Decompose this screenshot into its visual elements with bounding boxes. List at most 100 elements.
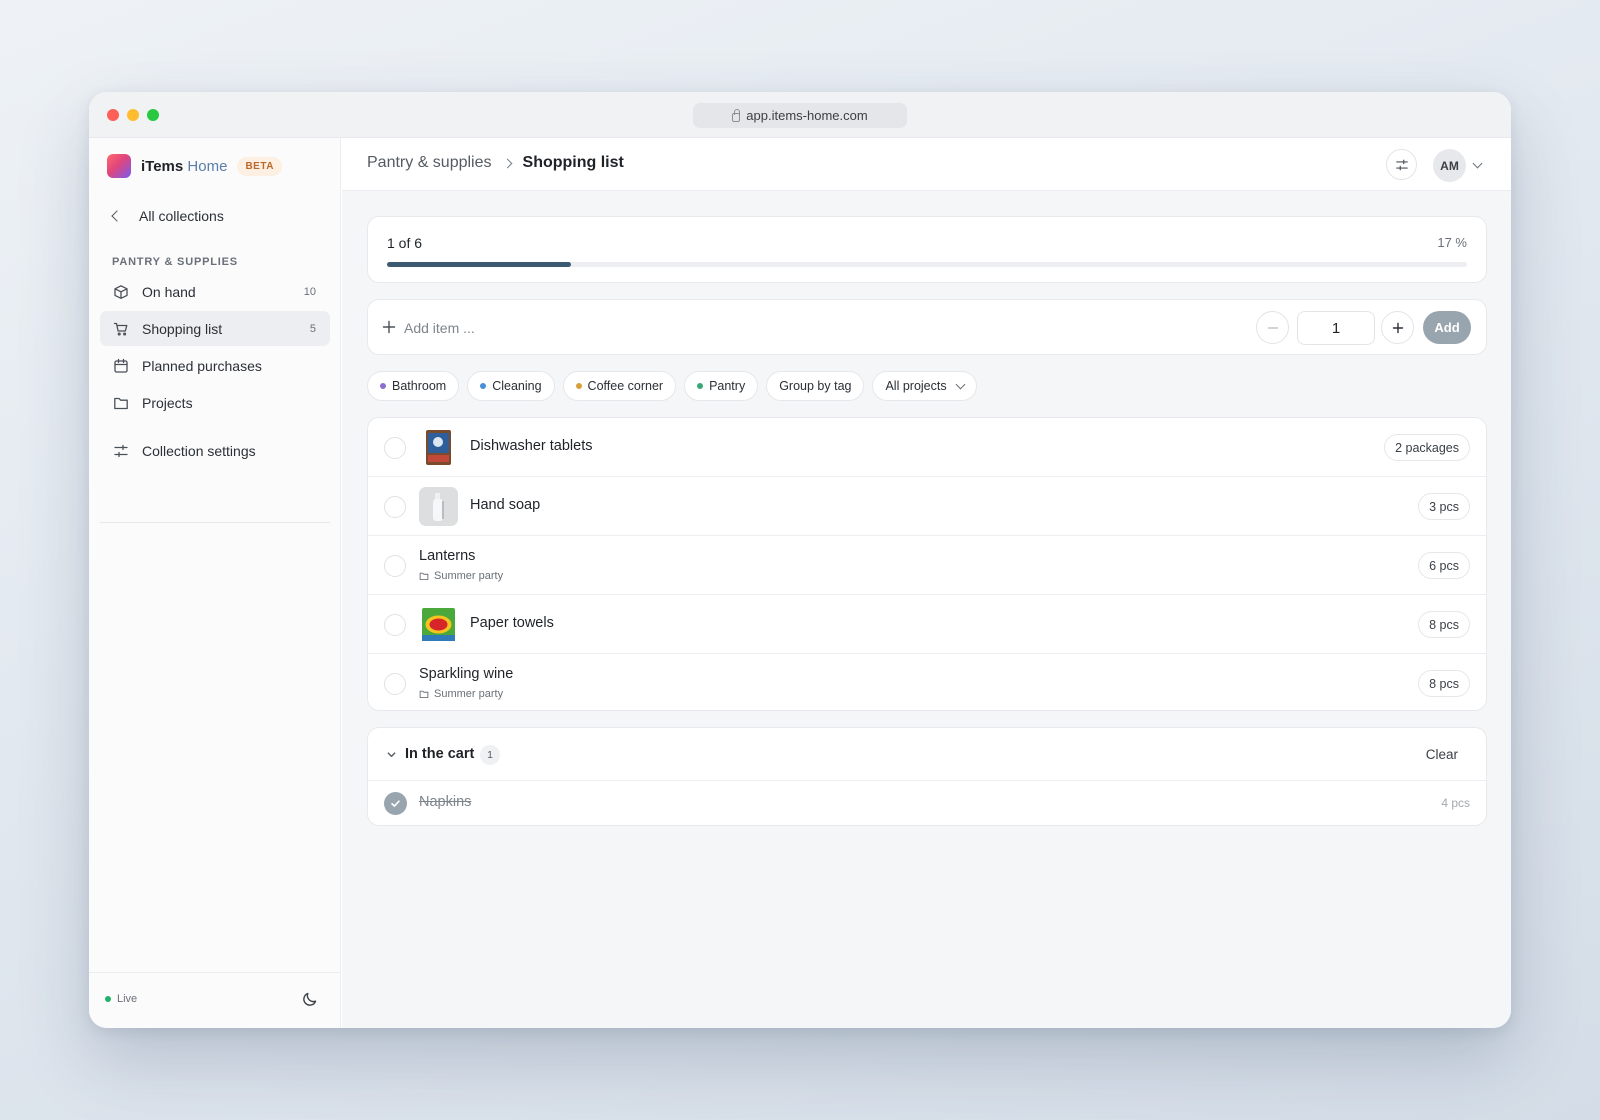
plus-icon xyxy=(1392,322,1403,333)
brand[interactable]: iTems Home BETA xyxy=(107,154,282,178)
filter-chip-bathroom[interactable]: Bathroom xyxy=(367,371,460,401)
item-checkbox[interactable] xyxy=(384,614,406,636)
add-item-input[interactable] xyxy=(404,314,904,342)
user-menu[interactable]: AM xyxy=(1433,149,1483,182)
view-options-button[interactable] xyxy=(1386,149,1417,180)
avatar: AM xyxy=(1433,149,1466,182)
sidebar-item-label: Shopping list xyxy=(142,320,223,337)
item-checkbox[interactable] xyxy=(384,496,406,518)
section-label: PANTRY & SUPPLIES xyxy=(112,256,238,268)
sidebar-item-planned-purchases[interactable]: Planned purchases xyxy=(100,348,330,383)
chip-label: Pantry xyxy=(709,379,746,393)
top-bar: Pantry & supplies Shopping list AM xyxy=(342,138,1511,191)
chevron-down-icon[interactable] xyxy=(386,747,397,765)
sliders-icon xyxy=(1395,159,1408,170)
progress-bar xyxy=(387,262,1467,267)
cart-item[interactable]: Napkins 4 pcs xyxy=(368,781,1486,826)
tag-color-dot xyxy=(380,383,386,389)
progress-fill xyxy=(387,262,571,267)
filter-chips: Bathroom Cleaning Coffee corner Pantry G… xyxy=(367,371,977,401)
address-bar[interactable]: app.items-home.com xyxy=(693,103,907,128)
close-window-button[interactable] xyxy=(107,109,119,121)
cart-title: In the cart xyxy=(405,746,475,762)
live-status: Live xyxy=(105,993,137,1005)
tag-color-dot xyxy=(575,383,582,389)
list-item[interactable]: Hand soap 3 pcs xyxy=(368,477,1486,536)
moon-icon[interactable] xyxy=(302,991,318,1012)
cart-count-badge: 1 xyxy=(480,745,500,765)
cart-icon xyxy=(113,321,129,337)
cart-item-quantity: 4 pcs xyxy=(1441,796,1470,810)
group-by-tag-button[interactable]: Group by tag xyxy=(766,371,865,401)
item-thumbnail xyxy=(419,487,458,526)
chip-label: Coffee corner xyxy=(587,379,664,393)
filter-chip-coffee-corner[interactable]: Coffee corner xyxy=(562,371,677,401)
item-project: Summer party xyxy=(419,570,503,582)
calendar-icon xyxy=(113,358,129,374)
sidebar-divider xyxy=(100,522,330,523)
all-collections-label: All collections xyxy=(139,208,224,224)
chip-label: Cleaning xyxy=(492,379,542,393)
add-button[interactable]: Add xyxy=(1423,311,1471,344)
item-quantity: 8 pcs xyxy=(1418,670,1470,697)
item-project-label: Summer party xyxy=(434,570,504,582)
quantity-decrement-button[interactable] xyxy=(1256,311,1289,344)
item-checkbox[interactable] xyxy=(384,673,406,695)
filter-chip-pantry[interactable]: Pantry xyxy=(684,371,759,401)
all-collections-link[interactable]: All collections xyxy=(111,208,224,224)
list-item[interactable]: Lanterns Summer party 6 pcs xyxy=(368,536,1486,595)
clear-cart-button[interactable]: Clear xyxy=(1426,747,1458,762)
sidebar-item-label: Planned purchases xyxy=(142,357,262,374)
projects-filter-dropdown[interactable]: All projects xyxy=(872,371,977,401)
minus-icon xyxy=(1267,326,1278,329)
list-item[interactable]: Dishwasher tablets 2 packages xyxy=(368,418,1486,477)
sidebar-item-shopping-list[interactable]: Shopping list 5 xyxy=(100,311,330,346)
box-icon xyxy=(113,284,129,300)
maximize-window-button[interactable] xyxy=(147,109,159,121)
chip-label: Group by tag xyxy=(779,379,852,393)
plus-icon xyxy=(382,320,396,339)
sidebar-item-count: 10 xyxy=(303,285,316,298)
brand-name: iTems Home xyxy=(141,158,227,175)
chevron-down-icon xyxy=(955,379,966,389)
item-thumbnail xyxy=(419,605,458,644)
item-quantity: 2 packages xyxy=(1384,434,1470,461)
quantity-increment-button[interactable] xyxy=(1381,311,1414,344)
cart-item-name: Napkins xyxy=(419,794,472,810)
main-content: Pantry & supplies Shopping list AM 1 of … xyxy=(342,138,1511,1028)
shopping-list: Dishwasher tablets 2 packages Hand soap … xyxy=(367,417,1487,711)
list-item[interactable]: Sparkling wine Summer party 8 pcs xyxy=(368,654,1486,710)
item-quantity: 6 pcs xyxy=(1418,552,1470,579)
page-title: Shopping list xyxy=(522,154,624,171)
progress-label: 1 of 6 xyxy=(387,235,423,251)
item-checkbox[interactable] xyxy=(384,437,406,459)
item-name: Dishwasher tablets xyxy=(470,438,593,454)
filter-chip-cleaning[interactable]: Cleaning xyxy=(467,371,555,401)
tag-color-dot xyxy=(697,383,704,389)
cart-header: In the cart 1 Clear xyxy=(368,728,1486,781)
beta-badge: BETA xyxy=(237,156,282,176)
item-name: Sparkling wine xyxy=(419,666,514,682)
url-text: app.items-home.com xyxy=(746,108,868,123)
item-checkbox[interactable] xyxy=(384,555,406,577)
item-name: Paper towels xyxy=(470,615,554,631)
quantity-input[interactable] xyxy=(1297,311,1375,345)
list-item[interactable]: Paper towels 8 pcs xyxy=(368,595,1486,654)
folder-icon xyxy=(419,690,429,698)
checked-checkbox[interactable] xyxy=(384,792,407,815)
sidebar-item-on-hand[interactable]: On hand 10 xyxy=(100,274,330,309)
sidebar-item-projects[interactable]: Projects xyxy=(100,385,330,420)
minimize-window-button[interactable] xyxy=(127,109,139,121)
in-cart-section: In the cart 1 Clear Napkins 4 pcs xyxy=(367,727,1487,826)
sidebar-item-label: Projects xyxy=(142,394,193,411)
collection-settings-link[interactable]: Collection settings xyxy=(100,433,330,468)
sidebar-footer: Live xyxy=(89,972,340,1028)
breadcrumb-parent[interactable]: Pantry & supplies xyxy=(367,154,492,172)
tag-color-dot xyxy=(480,383,487,389)
item-project-label: Summer party xyxy=(434,688,504,700)
folder-icon xyxy=(113,395,129,411)
app-logo xyxy=(107,154,131,178)
chevron-right-icon xyxy=(502,158,512,168)
chevron-left-icon xyxy=(111,210,123,222)
add-item-bar: Add xyxy=(367,299,1487,355)
